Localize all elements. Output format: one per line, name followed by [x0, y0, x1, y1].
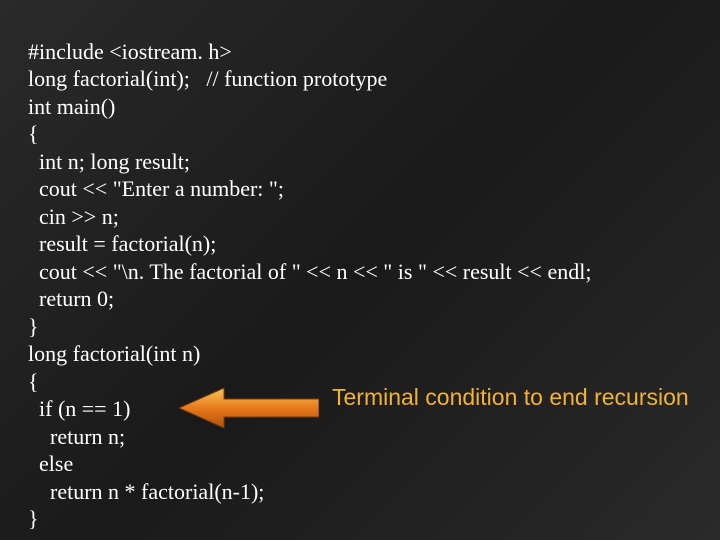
code-line: return n; — [28, 424, 125, 449]
code-line: cin >> n; — [28, 204, 119, 229]
code-line: return n * factorial(n-1); — [28, 479, 264, 504]
code-line: } — [28, 506, 39, 531]
code-line: { — [28, 121, 39, 146]
arrow-left-icon — [179, 388, 319, 428]
code-line: else — [28, 451, 73, 476]
code-line: { — [28, 369, 39, 394]
code-block: #include <iostream. h> long factorial(in… — [28, 10, 720, 533]
code-line: return 0; — [28, 286, 114, 311]
annotation-text: Terminal condition to end recursion — [332, 384, 689, 411]
code-line: long factorial(int n) — [28, 341, 200, 366]
code-line: if (n == 1) — [28, 396, 130, 421]
code-line: int main() — [28, 94, 115, 119]
code-line: } — [28, 314, 39, 339]
code-line: cout << "Enter a number: "; — [28, 176, 284, 201]
code-line: cout << "\n. The factorial of " << n << … — [28, 259, 591, 284]
code-line: int n; long result; — [28, 149, 190, 174]
slide: #include <iostream. h> long factorial(in… — [0, 0, 720, 540]
code-line: #include <iostream. h> — [28, 39, 232, 64]
code-line: long factorial(int); // function prototy… — [28, 66, 387, 91]
code-line: result = factorial(n); — [28, 231, 216, 256]
